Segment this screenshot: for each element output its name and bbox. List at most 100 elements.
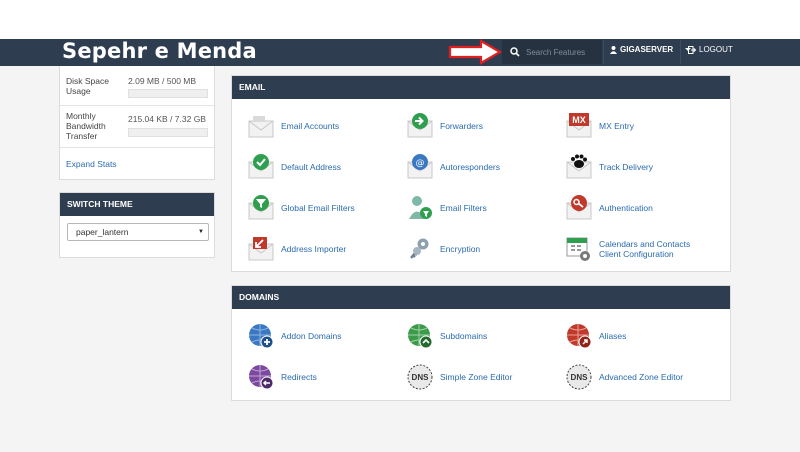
email-panel: EMAIL Email Accounts Forwarders MX MX Entry… [231, 75, 731, 272]
email-item-label-text: Track Delivery [599, 162, 653, 172]
panel-heading: SWITCH THEME [60, 193, 214, 216]
email-item-label: Authentication [599, 203, 653, 213]
user-icon [610, 45, 617, 54]
global-filters-icon [247, 194, 275, 222]
email-item[interactable]: Encryption [406, 235, 480, 263]
email-accounts-icon [247, 112, 275, 140]
top-whitespace [0, 0, 800, 39]
email-item-label: Forwarders [440, 121, 483, 131]
email-item[interactable]: @ Autoresponders [406, 153, 500, 181]
stats-panel: Disk Space Usage 2.09 MB / 500 MB Monthl… [59, 66, 215, 180]
autoresponders-icon: @ [406, 153, 434, 181]
email-item-label: Encryption [440, 244, 480, 254]
email-filters-icon [406, 194, 434, 222]
email-item-label-text: Email Filters [440, 203, 487, 213]
email-item-label: Address Importer [281, 244, 346, 254]
email-item-label-text: Encryption [440, 244, 481, 254]
mx-entry-icon: MX [565, 112, 593, 140]
bandwidth-usage-bar [128, 128, 208, 137]
email-item-label-text: Client Configuration [599, 249, 674, 259]
domains-item[interactable]: Redirects [247, 363, 317, 391]
switch-theme-panel: SWITCH THEME paper_lantern ▼ [59, 192, 215, 258]
domains-item-label-text: Addon Domains [281, 331, 342, 341]
search-input[interactable] [526, 44, 600, 60]
email-item-label: Email Accounts [281, 121, 339, 131]
domains-item[interactable]: Addon Domains [247, 322, 341, 350]
user-name: GIGASERVER [620, 45, 674, 54]
address-importer-icon [247, 235, 275, 263]
navbar-divider [603, 40, 604, 64]
search-box[interactable] [502, 40, 602, 64]
email-item-label: Calendars and Contacts Client Configurati… [599, 239, 690, 259]
domains-item[interactable]: DNS Simple Zone Editor [406, 363, 512, 391]
domains-item-label-text: Subdomains [440, 331, 488, 341]
domains-item[interactable]: Aliases [565, 322, 626, 350]
domains-panel: DOMAINS Addon Domains Subdomains Aliases Re… [231, 285, 731, 401]
email-item-label: Global Email Filters [281, 203, 355, 213]
theme-select-value: paper_lantern [76, 227, 129, 237]
email-item[interactable]: Address Importer [247, 235, 346, 263]
logout-button[interactable]: LOGOUT [688, 45, 733, 54]
email-item-label-text: Calendars and Contacts [599, 239, 691, 249]
authentication-icon [565, 194, 593, 222]
navbar-divider [680, 40, 681, 64]
stat-value: 2.09 MB / 500 MB [128, 76, 197, 86]
stat-row-disk: Disk Space Usage 2.09 MB / 500 MB [60, 66, 214, 106]
svg-text:@: @ [416, 159, 425, 169]
email-item[interactable]: Forwarders [406, 112, 483, 140]
default-address-icon [247, 153, 275, 181]
domains-item-label: Advanced Zone Editor [599, 372, 683, 382]
advanced-zone-icon: DNS [565, 363, 593, 391]
domains-item-label: Redirects [281, 372, 317, 382]
email-item-label-text: Global Email Filters [281, 203, 355, 213]
domains-item-label-text: Simple Zone Editor [440, 372, 513, 382]
redirects-icon [247, 363, 275, 391]
domains-item-label-text: Advanced Zone Editor [599, 372, 684, 382]
email-item[interactable]: Global Email Filters [247, 194, 355, 222]
email-item-label: MX Entry [599, 121, 634, 131]
svg-text:MX: MX [572, 115, 586, 125]
email-item[interactable]: Calendars and Contacts Client Configurati… [565, 235, 690, 263]
brand-title: Sepehr e Menda [62, 39, 257, 63]
email-item[interactable]: Track Delivery [565, 153, 653, 181]
email-item-label-text: Default Address [281, 162, 342, 172]
chevron-down-icon: ▼ [198, 229, 204, 235]
svg-text:DNS: DNS [412, 373, 430, 382]
search-icon [510, 47, 520, 57]
email-item[interactable]: Authentication [565, 194, 653, 222]
domains-item-label-text: Aliases [599, 331, 627, 341]
email-item-label-text: Autoresponders [440, 162, 501, 172]
email-item[interactable]: Email Filters [406, 194, 487, 222]
stat-label: Monthly Bandwidth Transfer [66, 111, 106, 141]
logout-icon [688, 45, 696, 54]
email-item[interactable]: Default Address [247, 153, 341, 181]
domains-item[interactable]: DNS Advanced Zone Editor [565, 363, 683, 391]
logout-label: LOGOUT [699, 45, 733, 54]
expand-stats-link[interactable]: Expand Stats [66, 159, 117, 169]
panel-heading: EMAIL [232, 76, 730, 99]
domains-item-label-text: Redirects [281, 372, 317, 382]
domains-item-label: Subdomains [440, 331, 487, 341]
forwarders-icon [406, 112, 434, 140]
stat-value: 215.04 KB / 7.32 GB [128, 114, 206, 124]
stat-row-bandwidth: Monthly Bandwidth Transfer 215.04 KB / 7… [60, 106, 214, 148]
email-item-label: Default Address [281, 162, 341, 172]
email-item-label: Track Delivery [599, 162, 653, 172]
domains-item-label: Simple Zone Editor [440, 372, 512, 382]
aliases-icon [565, 322, 593, 350]
panel-heading: DOMAINS [232, 286, 730, 309]
email-item-label-text: Email Accounts [281, 121, 340, 131]
domains-item-label: Aliases [599, 331, 626, 341]
annotation-arrow [448, 39, 503, 65]
email-item[interactable]: MX MX Entry [565, 112, 634, 140]
domains-item[interactable]: Subdomains [406, 322, 487, 350]
email-item-label: Autoresponders [440, 162, 500, 172]
disk-usage-bar [128, 89, 208, 98]
svg-text:DNS: DNS [571, 373, 589, 382]
theme-select[interactable]: paper_lantern ▼ [67, 223, 209, 241]
addon-domains-icon [247, 322, 275, 350]
stat-label: Disk Space Usage [66, 76, 109, 96]
email-item[interactable]: Email Accounts [247, 112, 339, 140]
email-item-label: Email Filters [440, 203, 487, 213]
track-delivery-icon [565, 153, 593, 181]
